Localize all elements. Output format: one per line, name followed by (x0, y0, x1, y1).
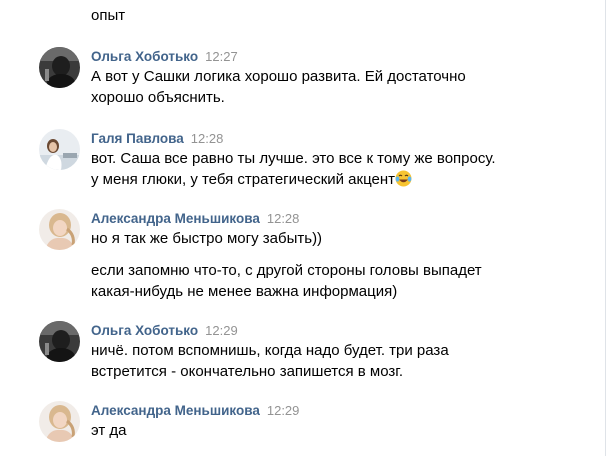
message-time[interactable]: 12:29 (205, 323, 238, 338)
text-line: А вот у Сашки логика хорошо развита. Ей … (91, 68, 466, 85)
text-line-with-emoji: у меня глюки, у тебя стратегический акце… (91, 169, 561, 190)
message-header: Александра Меньшикова 12:29 (91, 401, 299, 421)
avatar[interactable] (39, 47, 80, 88)
message-header: Ольга Хоботько 12:29 (91, 321, 238, 341)
message-text: но я так же быстро могу забыть)) (91, 228, 521, 249)
message-text: ничё. потом вспомнишь, когда надо будет.… (91, 340, 521, 382)
author-name[interactable]: Галя Павлова (91, 131, 184, 146)
avatar[interactable] (39, 209, 80, 250)
message-time[interactable]: 12:29 (267, 403, 300, 418)
laughing-tears-emoji-icon (395, 170, 412, 187)
avatar[interactable] (39, 401, 80, 442)
message-text: вот. Саша все равно ты лучше. это все к … (91, 148, 561, 190)
author-name[interactable]: Ольга Хоботько (91, 49, 198, 64)
text-line: но я так же быстро могу забыть)) (91, 230, 323, 247)
message-header: Ольга Хоботько 12:27 (91, 47, 238, 67)
message-header: Александра Меньшикова 12:28 (91, 209, 299, 229)
message-time[interactable]: 12:28 (267, 211, 300, 226)
message-header: Галя Павлова 12:28 (91, 129, 223, 149)
avatar[interactable] (39, 321, 80, 362)
message-time[interactable]: 12:28 (191, 131, 224, 146)
text-line: встретится - окончательно запишется в мо… (91, 363, 404, 380)
author-name[interactable]: Ольга Хоботько (91, 323, 198, 338)
text-line: эт да (91, 422, 127, 439)
message-text: А вот у Сашки логика хорошо развита. Ей … (91, 66, 521, 108)
message-time[interactable]: 12:27 (205, 49, 238, 64)
message-text: если запомню что-то, с другой стороны го… (91, 260, 561, 302)
previous-message-fragment: опыт (91, 7, 126, 24)
author-name[interactable]: Александра Меньшикова (91, 403, 260, 418)
text-line: если запомню что-то, с другой стороны го… (91, 262, 482, 279)
text-line: какая-нибудь не менее важна информация) (91, 283, 398, 300)
avatar[interactable] (39, 129, 80, 170)
text-line: вот. Саша все равно ты лучше. это все к … (91, 150, 496, 167)
text-line: ничё. потом вспомнишь, когда надо будет.… (91, 342, 449, 359)
text-line: хорошо объяснить. (91, 89, 225, 106)
message-text: эт да (91, 420, 521, 441)
author-name[interactable]: Александра Меньшикова (91, 211, 260, 226)
text-line: у меня глюки, у тебя стратегический акце… (91, 171, 395, 188)
